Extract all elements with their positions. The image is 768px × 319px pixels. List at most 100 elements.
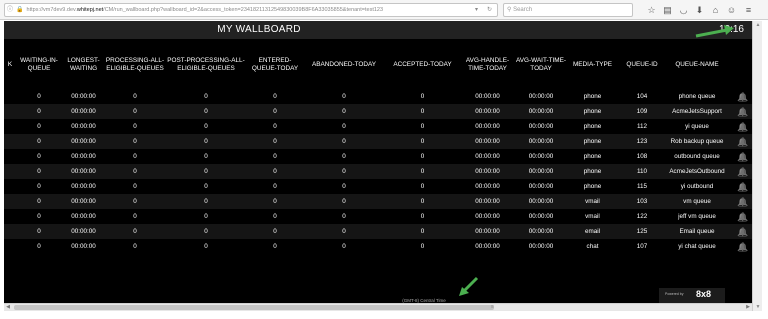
reading-list-icon[interactable]: ▤ xyxy=(661,3,674,17)
reload-icon[interactable]: ↻ xyxy=(487,4,492,16)
table-cell: 00:00:00 xyxy=(71,213,96,220)
table-row: 0 00:00:00 0 0 0 0 0 00:00:00 00:00:00 vmail 122 je… xyxy=(4,209,752,224)
table-cell: 0 xyxy=(37,243,41,250)
hello-icon[interactable]: ☺ xyxy=(725,3,738,17)
column-header: ABANDONED-TODAY xyxy=(311,61,377,69)
download-icon[interactable]: ⬇ xyxy=(693,3,706,17)
scroll-right-icon[interactable]: ▶ xyxy=(744,304,752,311)
column-header: QUEUE-ID xyxy=(626,61,658,69)
table-cell: 0 xyxy=(204,108,208,115)
table-cell: vmail xyxy=(585,198,600,205)
vertical-scrollbar[interactable]: ▲ ▼ xyxy=(752,21,762,311)
bell-icon[interactable]: 🔔 xyxy=(737,197,748,207)
table-cell: 0 xyxy=(420,138,425,145)
column-header: AVG-HANDLE-TIME-TODAY xyxy=(465,57,510,72)
table-cell: 00:00:00 xyxy=(475,243,500,250)
bell-icon[interactable]: 🔔 xyxy=(737,242,748,252)
wallboard-header: MY WALLBOARD 10:16 xyxy=(4,21,752,39)
table-cell: email xyxy=(584,228,601,235)
table-cell: 103 xyxy=(636,198,648,205)
table-row: 0 00:00:00 0 0 0 0 0 00:00:00 00:00:00 vmail 103 vm… xyxy=(4,194,752,209)
table-cell: 0 xyxy=(273,243,277,250)
url-text[interactable]: https://vm7dev9.dev.whitepj.net/CM/run_w… xyxy=(27,7,384,13)
table-cell: 00:00:00 xyxy=(475,183,500,190)
table-cell: 0 xyxy=(133,168,137,175)
horizontal-scroll-thumb[interactable] xyxy=(14,305,494,310)
scroll-up-icon[interactable]: ▲ xyxy=(753,21,763,29)
bell-icon[interactable]: 🔔 xyxy=(737,167,748,177)
column-header: PROCESSING-ALL-ELIGIBLE-QUEUES xyxy=(105,57,165,72)
table-cell: 0 xyxy=(273,198,277,205)
table-cell: 00:00:00 xyxy=(71,123,96,130)
table-cell: 0 xyxy=(204,228,208,235)
table-cell: 0 xyxy=(273,93,277,100)
table-cell: phone xyxy=(583,168,602,175)
star-icon[interactable]: ☆ xyxy=(645,3,658,17)
column-header: POST-PROCESSING-ALL-ELIGIBLE-QUEUES xyxy=(167,57,245,72)
table-cell: 0 xyxy=(204,243,208,250)
bell-icon[interactable]: 🔔 xyxy=(737,212,748,222)
table-cell: 0 xyxy=(342,213,346,220)
table-cell: 0 xyxy=(273,153,277,160)
scroll-down-icon[interactable]: ▼ xyxy=(753,303,763,311)
table-cell: 0 xyxy=(204,93,208,100)
table-cell: 0 xyxy=(342,138,346,145)
table-row: 0 00:00:00 0 0 0 0 0 00:00:00 00:00:00 chat 107 yi … xyxy=(4,239,752,254)
table-cell: 108 xyxy=(636,153,648,160)
table-cell: 0 xyxy=(342,183,346,190)
table-row: 0 00:00:00 0 0 0 0 0 00:00:00 00:00:00 phone 110 Ac… xyxy=(4,164,752,179)
table-cell: 00:00:00 xyxy=(475,213,500,220)
bell-icon[interactable]: 🔔 xyxy=(737,182,748,192)
table-cell: vmail xyxy=(585,213,600,220)
table-row: 0 00:00:00 0 0 0 0 0 00:00:00 00:00:00 phone 123 Ro… xyxy=(4,134,752,149)
bell-icon[interactable]: 🔔 xyxy=(737,152,748,162)
info-icon[interactable]: ⓘ xyxy=(5,4,15,16)
table-cell: Rob backup queue xyxy=(670,138,724,145)
table-cell: 115 xyxy=(636,183,648,190)
arrow-annotation-timezone xyxy=(459,276,479,296)
table-cell: 00:00:00 xyxy=(528,243,554,250)
table-cell: outbound queue xyxy=(674,153,720,160)
menu-icon[interactable]: ≡ xyxy=(742,3,755,17)
table-cell: 0 xyxy=(204,168,208,175)
table-cell: 0 xyxy=(37,213,41,220)
scroll-left-icon[interactable]: ◀ xyxy=(4,304,12,311)
url-suffix: /CM/run_wallboard.php?wallboard_id=2&acc… xyxy=(103,7,384,13)
table-cell: 0 xyxy=(37,153,41,160)
bell-icon[interactable]: 🔔 xyxy=(737,227,748,237)
dropdown-icon[interactable]: ▾ xyxy=(475,4,478,16)
table-cell: 00:00:00 xyxy=(475,138,500,145)
bell-icon[interactable]: 🔔 xyxy=(737,122,748,132)
bell-icon[interactable]: 🔔 xyxy=(737,137,748,147)
horizontal-scrollbar[interactable]: ◀ ≡ ▶ xyxy=(4,303,752,311)
bell-icon[interactable]: 🔔 xyxy=(737,107,748,117)
table-cell: AcmeJetsOutbound xyxy=(669,168,725,175)
table-cell: 0 xyxy=(37,228,41,235)
table-cell: 00:00:00 xyxy=(475,93,500,100)
table-cell: 0 xyxy=(273,213,277,220)
table-cell: phone queue xyxy=(678,93,716,100)
table-cell: 0 xyxy=(420,108,425,115)
table-cell: 00:00:00 xyxy=(528,198,554,205)
table-cell: 122 xyxy=(636,213,648,220)
table-cell: 00:00:00 xyxy=(528,228,554,235)
table-cell: yi outbound xyxy=(680,183,714,190)
column-header: AVG-WAIT-TIME-TODAY xyxy=(515,57,567,72)
url-bar[interactable]: ⓘ 🔒 https://vm7dev9.dev.whitepj.net/CM/ru… xyxy=(4,3,498,17)
table-cell: 00:00:00 xyxy=(528,93,554,100)
table-cell: phone xyxy=(583,108,602,115)
pocket-icon[interactable]: ◡ xyxy=(677,3,690,17)
table-cell: 00:00:00 xyxy=(71,153,96,160)
home-icon[interactable]: ⌂ xyxy=(709,3,722,17)
column-header: QUEUE-NAME xyxy=(675,61,719,69)
table-cell: 0 xyxy=(420,93,425,100)
table-cell: 109 xyxy=(636,108,648,115)
table-cell: 00:00:00 xyxy=(528,183,554,190)
table-cell: 0 xyxy=(37,108,41,115)
wallboard-panel: MY WALLBOARD 10:16 K WAITING-IN-QUEUE LONG… xyxy=(4,21,752,303)
bell-icon[interactable]: 🔔 xyxy=(737,92,748,102)
table-cell: 0 xyxy=(37,168,41,175)
table-cell: 00:00:00 xyxy=(528,213,554,220)
table-cell: 0 xyxy=(273,123,277,130)
search-input[interactable]: ⚲ Search xyxy=(503,3,633,17)
